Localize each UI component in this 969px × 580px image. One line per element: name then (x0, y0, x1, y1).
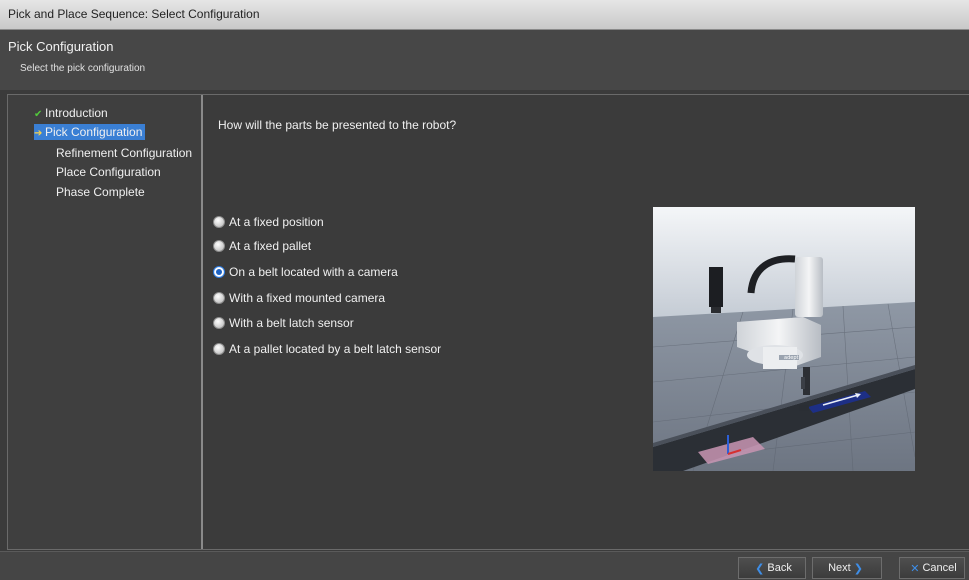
option-label: At a fixed pallet (229, 239, 312, 253)
step-label: Place Configuration (56, 165, 161, 179)
step-introduction[interactable]: ✔ Introduction (34, 105, 108, 121)
wizard-steps: ✔ Introduction ➔ Pick Configuration Refine… (8, 95, 203, 549)
step-refinement-configuration[interactable]: Refinement Configuration (56, 145, 192, 161)
radio-button[interactable] (213, 343, 225, 355)
wizard-footer: ❮ Back Next ❯ ✕ Cancel (0, 551, 969, 580)
chevron-left-icon: ❮ (755, 562, 765, 575)
radio-button[interactable] (213, 292, 225, 304)
window-title: Pick and Place Sequence: Select Configur… (8, 7, 260, 21)
back-button[interactable]: ❮ Back (738, 557, 806, 579)
page-subtitle: Select the pick configuration (20, 63, 146, 74)
option-label: At a pallet located by a belt latch sens… (229, 342, 442, 356)
page-title: Pick Configuration (8, 39, 114, 54)
main-panel: How will the parts be presented to the r… (205, 95, 969, 549)
cancel-button[interactable]: ✕ Cancel (899, 557, 965, 579)
step-label: Introduction (45, 106, 108, 120)
step-label: Pick Configuration (45, 125, 143, 139)
wizard-header: Pick Configuration Select the pick confi… (0, 30, 969, 90)
step-label: Phase Complete (56, 185, 145, 199)
option-belt-latch-sensor[interactable]: With a belt latch sensor (213, 315, 354, 331)
option-label: On a belt located with a camera (229, 265, 398, 279)
option-fixed-position[interactable]: At a fixed position (213, 214, 324, 230)
arrow-right-icon: ➔ (34, 128, 43, 139)
robot-brand-label: adept (784, 355, 798, 361)
option-belt-camera[interactable]: On a belt located with a camera (213, 264, 398, 280)
option-fixed-mounted-camera[interactable]: With a fixed mounted camera (213, 290, 385, 306)
checkmark-icon: ✔ (34, 109, 43, 120)
option-pallet-belt-latch-sensor[interactable]: At a pallet located by a belt latch sens… (213, 341, 441, 357)
next-label: Next (828, 562, 851, 574)
option-label: With a belt latch sensor (229, 316, 354, 330)
option-label: With a fixed mounted camera (229, 291, 386, 305)
robot-scene-illustration: adept (653, 207, 915, 471)
chevron-right-icon: ❯ (853, 562, 863, 575)
back-label: Back (767, 562, 792, 574)
step-pick-configuration[interactable]: ➔ Pick Configuration (34, 124, 146, 140)
window-titlebar: Pick and Place Sequence: Select Configur… (0, 0, 969, 30)
option-fixed-pallet[interactable]: At a fixed pallet (213, 238, 311, 254)
step-place-configuration[interactable]: Place Configuration (56, 164, 161, 180)
radio-button[interactable] (213, 317, 225, 329)
cancel-label: Cancel (922, 562, 957, 574)
radio-button[interactable] (213, 216, 225, 228)
next-button[interactable]: Next ❯ (812, 557, 882, 579)
question-text: How will the parts be presented to the r… (218, 118, 457, 132)
close-icon: ✕ (910, 562, 920, 575)
radio-button-selected[interactable] (213, 266, 225, 278)
option-label: At a fixed position (229, 215, 324, 229)
step-phase-complete[interactable]: Phase Complete (56, 184, 145, 200)
step-label: Refinement Configuration (56, 146, 193, 160)
configuration-preview-image: adept (653, 207, 915, 471)
radio-button[interactable] (213, 240, 225, 252)
